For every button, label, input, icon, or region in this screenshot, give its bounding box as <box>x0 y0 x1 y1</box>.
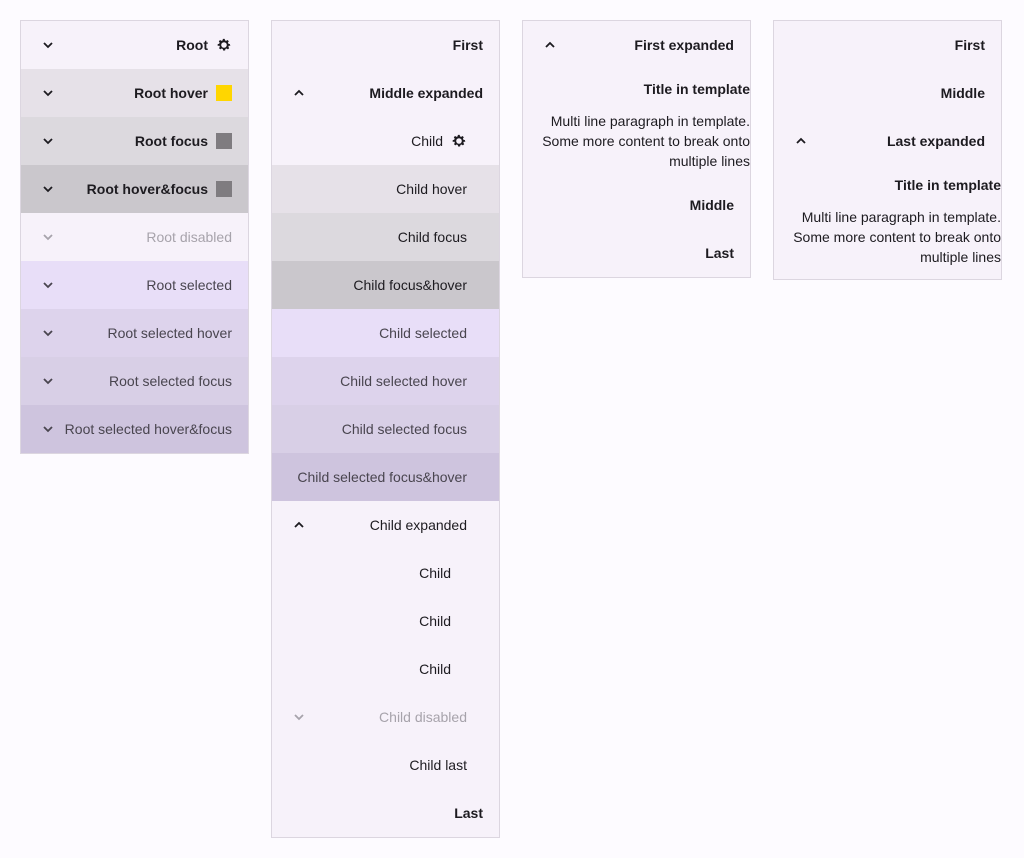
tree-item-root-selected-focus[interactable]: Root selected focus <box>21 357 248 405</box>
tree-item-label: Last expanded <box>886 133 985 149</box>
tree-item-child-selected-focus[interactable]: Child selected focus <box>272 405 499 453</box>
tree-item-label: Child focus&hover <box>353 277 467 293</box>
tree-item-child-selected[interactable]: Child selected <box>272 309 499 357</box>
tree-item-child[interactable]: Child <box>272 117 499 165</box>
tree-item-label: Child <box>419 565 451 581</box>
chevron-down-icon[interactable] <box>39 132 57 150</box>
tree-item-grandchild[interactable]: Child <box>272 597 499 645</box>
tree-item-root-hover-focus[interactable]: Root hover&focus <box>21 165 248 213</box>
swatch-icon <box>216 85 232 101</box>
template-title: Title in template <box>643 81 750 97</box>
tree-item-label: Child selected hover <box>340 373 467 389</box>
tree-item-label: Child <box>419 613 451 629</box>
chevron-down-icon[interactable] <box>39 372 57 390</box>
tree-item-child-focus[interactable]: Child focus <box>272 213 499 261</box>
tree-item-last[interactable]: Last <box>272 789 499 837</box>
tree-item-label: Child last <box>409 757 467 773</box>
tree-panel-last-expanded: First Middle Last expanded Title in temp… <box>773 20 1002 280</box>
tree-item-child-disabled: Child disabled <box>272 693 499 741</box>
tree-item-label: Last <box>705 245 734 261</box>
tree-item-root[interactable]: Root <box>21 21 248 69</box>
template-paragraph: Multi line paragraph in template. Some m… <box>542 113 750 169</box>
swatch-icon <box>216 181 232 197</box>
tree-item-label: First <box>954 37 985 53</box>
chevron-down-icon[interactable] <box>39 84 57 102</box>
tree-item-first[interactable]: First <box>774 21 1001 69</box>
chevron-down-icon[interactable] <box>39 276 57 294</box>
tree-item-child-expanded[interactable]: Child expanded <box>272 501 499 549</box>
tree-item-label: Root selected hover&focus <box>64 421 232 437</box>
tree-item-label: Root <box>176 37 208 53</box>
tree-item-label: Root selected <box>146 277 232 293</box>
tree-item-root-selected-hover[interactable]: Root selected hover <box>21 309 248 357</box>
chevron-up-icon[interactable] <box>541 36 559 54</box>
tree-item-first[interactable]: First <box>272 21 499 69</box>
tree-item-root-focus[interactable]: Root focus <box>21 117 248 165</box>
tree-item-label: Child hover <box>396 181 467 197</box>
tree-item-child-hover[interactable]: Child hover <box>272 165 499 213</box>
tree-item-root-hover[interactable]: Root hover <box>21 69 248 117</box>
tree-item-label: Child selected focus&hover <box>297 469 467 485</box>
tree-panel-nested: First Middle expanded Child Child hover … <box>271 20 500 838</box>
tree-item-last-expanded[interactable]: Last expanded <box>774 117 1001 165</box>
tree-item-last[interactable]: Last <box>523 229 750 277</box>
tree-item-label: Root disabled <box>146 229 232 245</box>
tree-item-child-selected-focus-hover[interactable]: Child selected focus&hover <box>272 453 499 501</box>
tree-panel-first-expanded: First expanded Title in template Multi l… <box>522 20 751 278</box>
swatch-icon <box>216 133 232 149</box>
tree-item-label: Child expanded <box>369 517 467 533</box>
tree-item-label: Root selected hover <box>107 325 232 341</box>
template-paragraph: Multi line paragraph in template. Some m… <box>793 209 1001 265</box>
tree-item-grandchild[interactable]: Child <box>272 645 499 693</box>
tree-item-grandchild[interactable]: Child <box>272 549 499 597</box>
chevron-down-icon[interactable] <box>39 324 57 342</box>
chevron-down-icon[interactable] <box>39 180 57 198</box>
chevron-up-icon[interactable] <box>290 84 308 102</box>
template-title: Title in template <box>894 177 1001 193</box>
tree-item-label: First expanded <box>634 37 734 53</box>
tree-item-label: Child <box>411 133 443 149</box>
tree-item-label: Root focus <box>134 133 208 149</box>
tree-item-label: First <box>452 37 483 53</box>
chevron-down-icon <box>290 708 308 726</box>
tree-item-label: Middle expanded <box>369 85 483 101</box>
tree-item-label: Middle <box>940 85 985 101</box>
tree-item-child-last[interactable]: Child last <box>272 741 499 789</box>
gear-icon[interactable] <box>216 37 232 53</box>
tree-item-root-disabled: Root disabled <box>21 213 248 261</box>
tree-item-label: Child <box>419 661 451 677</box>
tree-item-label: Last <box>454 805 483 821</box>
tree-item-label: Child focus <box>397 229 467 245</box>
chevron-up-icon[interactable] <box>290 516 308 534</box>
tree-item-label: Root hover <box>134 85 208 101</box>
tree-item-middle[interactable]: Middle <box>774 69 1001 117</box>
chevron-down-icon[interactable] <box>39 420 57 438</box>
tree-item-label: Middle <box>689 197 734 213</box>
chevron-down-icon <box>39 228 57 246</box>
tree-item-root-selected-hover-focus[interactable]: Root selected hover&focus <box>21 405 248 453</box>
chevron-up-icon[interactable] <box>792 132 810 150</box>
tree-item-middle[interactable]: Middle <box>523 181 750 229</box>
tree-item-first-expanded[interactable]: First expanded <box>523 21 750 69</box>
gear-icon[interactable] <box>451 133 467 149</box>
tree-item-label: Child selected focus <box>341 421 467 437</box>
tree-panel-states: Root Root hover Root focus Root hover&fo… <box>20 20 249 454</box>
tree-item-label: Root selected focus <box>109 373 232 389</box>
tree-item-child-focus-hover[interactable]: Child focus&hover <box>272 261 499 309</box>
tree-item-label: Child disabled <box>379 709 467 725</box>
tree-item-label: Root hover&focus <box>86 181 208 197</box>
tree-item-label: Child selected <box>379 325 467 341</box>
chevron-down-icon[interactable] <box>39 36 57 54</box>
tree-item-middle-expanded[interactable]: Middle expanded <box>272 69 499 117</box>
tree-item-root-selected[interactable]: Root selected <box>21 261 248 309</box>
tree-item-child-selected-hover[interactable]: Child selected hover <box>272 357 499 405</box>
